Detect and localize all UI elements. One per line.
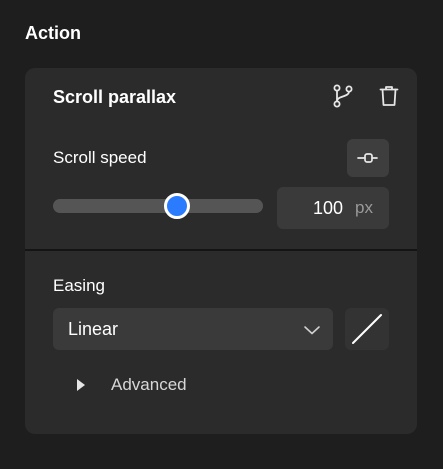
easing-selected-value: Linear [68, 319, 119, 339]
chevron-down-icon [304, 326, 320, 335]
scroll-parallax-card: Scroll parallax Scroll speed 100 px Easi… [25, 68, 417, 434]
unlink-icon [357, 153, 378, 163]
scroll-speed-input[interactable]: 100 px [277, 187, 389, 229]
slider-track [53, 199, 263, 213]
trash-icon [379, 86, 399, 106]
delete-button[interactable] [377, 84, 401, 108]
advanced-toggle[interactable]: Advanced [77, 373, 187, 397]
section-title: Action [25, 23, 81, 43]
scroll-speed-unit: px [355, 198, 373, 217]
branch-icon [333, 84, 353, 108]
advanced-label: Advanced [111, 375, 187, 394]
easing-select[interactable]: Linear [53, 308, 333, 350]
section-divider [25, 249, 417, 251]
easing-label: Easing [53, 276, 105, 295]
scroll-speed-slider[interactable] [53, 192, 263, 220]
easing-curve-button[interactable] [345, 308, 389, 350]
unlink-button[interactable] [347, 139, 389, 177]
caret-right-icon [77, 379, 87, 391]
linear-curve-icon [352, 314, 382, 344]
card-title: Scroll parallax [53, 87, 177, 107]
scroll-speed-value: 100 [312, 198, 343, 218]
branch-button[interactable] [331, 84, 355, 108]
scroll-speed-label: Scroll speed [53, 148, 147, 167]
slider-thumb[interactable] [163, 193, 190, 219]
